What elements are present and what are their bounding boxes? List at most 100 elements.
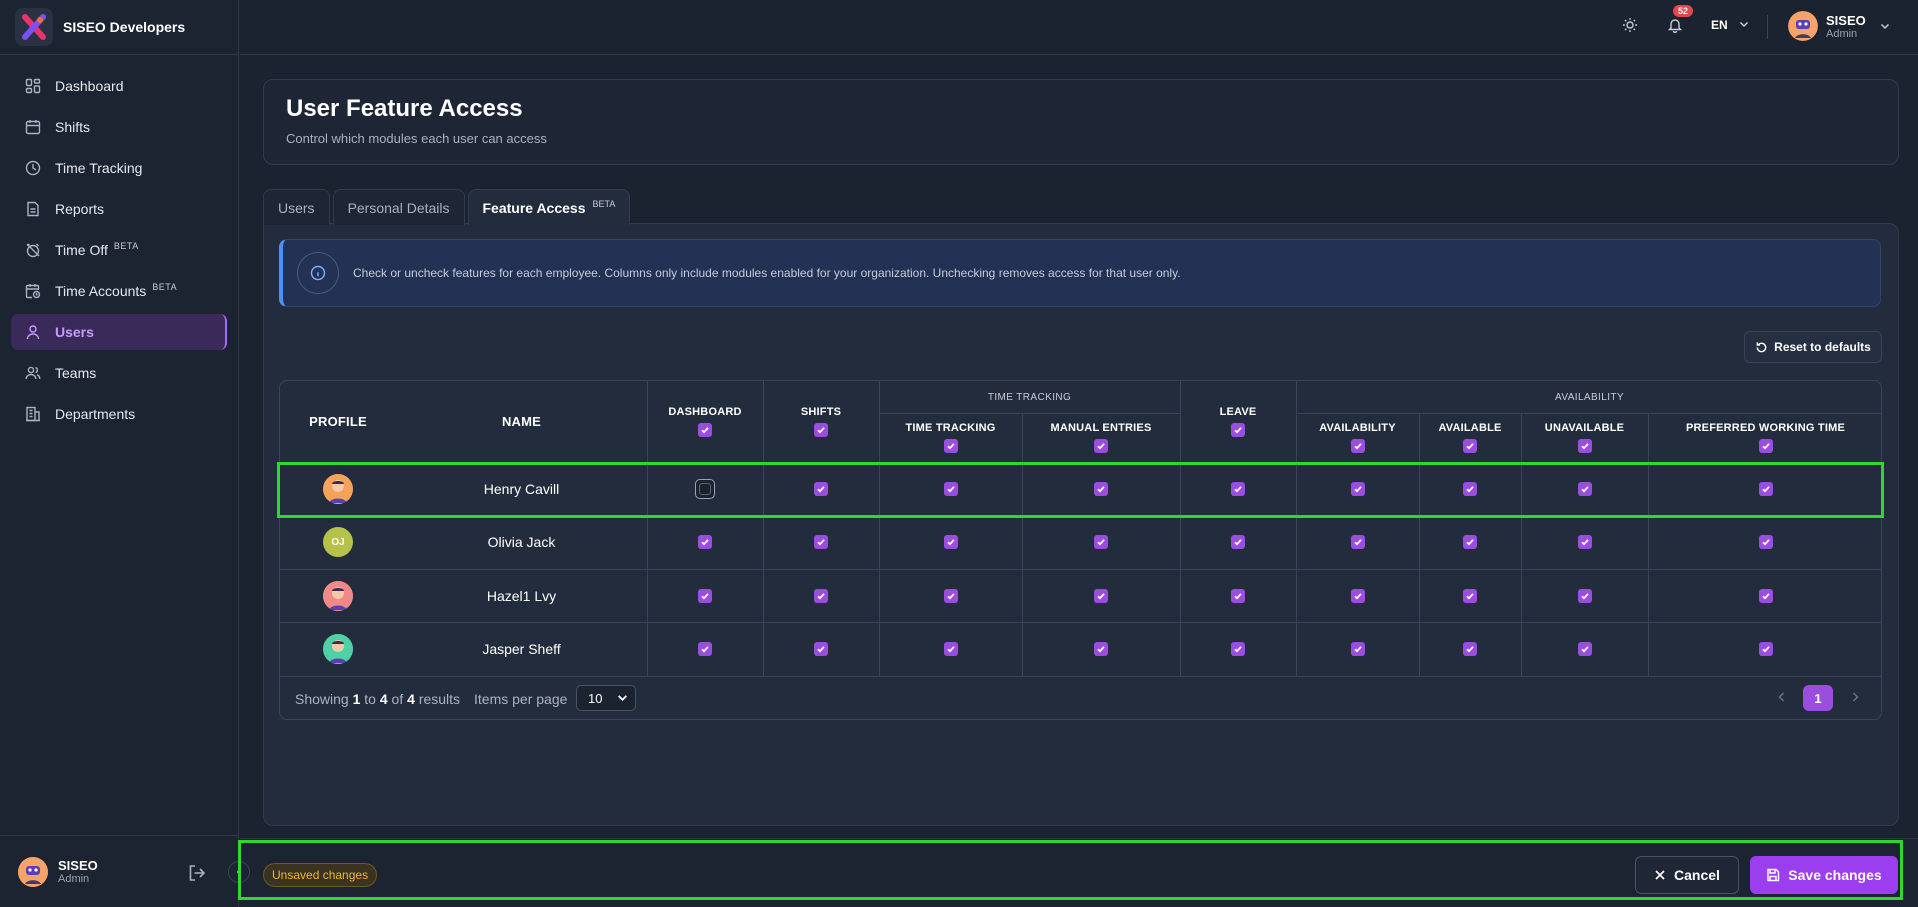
user-name-cell: Olivia Jack: [487, 534, 556, 550]
checkbox-manual-entries[interactable]: [1094, 535, 1108, 549]
sidebar-item-time-accounts[interactable]: Time Accounts BETA: [11, 273, 227, 309]
checkbox-preferred-working-time[interactable]: [1758, 535, 1773, 549]
checkbox-availability[interactable]: [1350, 642, 1365, 656]
checkbox-time-tracking[interactable]: [943, 588, 958, 603]
avatar-initials: OJ: [331, 536, 345, 548]
column-header-manual-entries: MANUAL ENTRIES: [1022, 413, 1180, 462]
save-icon: [1767, 868, 1780, 882]
checkbox-available[interactable]: [1463, 642, 1477, 656]
cancel-button[interactable]: Cancel: [1635, 856, 1739, 894]
checkbox-time-tracking[interactable]: [943, 535, 958, 549]
header-checkbox-available[interactable]: [1463, 439, 1477, 453]
checkbox-dashboard[interactable]: [698, 642, 712, 656]
checkbox-shifts[interactable]: [814, 588, 828, 603]
column-header-availability: AVAILABILITY: [1296, 413, 1419, 462]
checkbox-shifts[interactable]: [814, 535, 828, 549]
checkbox-unavailable[interactable]: [1577, 481, 1592, 496]
checkbox-dashboard[interactable]: [698, 588, 712, 603]
user-menu[interactable]: SISEO Admin: [1788, 11, 1890, 41]
feature-cell-leave: [1218, 622, 1258, 676]
checkbox-available[interactable]: [1463, 535, 1477, 549]
sidebar-item-reports[interactable]: Reports: [11, 191, 227, 227]
sidebar-item-users[interactable]: Users: [11, 314, 227, 350]
chevron-down-icon: [618, 695, 627, 701]
tab-label: Personal Details: [347, 199, 450, 216]
logout-icon[interactable]: [187, 863, 207, 888]
beta-badge: BETA: [592, 198, 616, 209]
clock-icon: [24, 159, 42, 177]
checkbox-shifts[interactable]: [814, 642, 828, 656]
checkbox-preferred-working-time[interactable]: [1758, 588, 1773, 603]
column-header-label: MANUAL ENTRIES: [1050, 422, 1152, 434]
table-row: Henry Cavill: [280, 462, 1881, 515]
column-header-profile: PROFILE: [309, 414, 367, 429]
checkbox-leave[interactable]: [1231, 588, 1245, 603]
feature-cell-available: [1450, 462, 1490, 515]
sidebar-item-departments[interactable]: Departments: [11, 396, 227, 432]
info-text: Check or uncheck features for each emplo…: [353, 266, 1181, 280]
tab-feature-access[interactable]: Feature Access BETA: [467, 189, 631, 225]
checkbox-availability[interactable]: [1350, 535, 1365, 549]
checkbox-preferred-working-time[interactable]: [1758, 481, 1773, 496]
column-header-label: DASHBOARD: [668, 406, 742, 418]
checkbox-unavailable[interactable]: [1577, 535, 1592, 549]
checkbox-time-tracking[interactable]: [943, 642, 958, 656]
header-checkbox-manual-entries[interactable]: [1094, 439, 1108, 453]
sidebar-item-teams[interactable]: Teams: [11, 355, 227, 391]
next-page-button[interactable]: [1850, 690, 1860, 706]
sidebar-item-dashboard[interactable]: Dashboard: [11, 68, 227, 104]
checkbox-dashboard[interactable]: [698, 535, 712, 549]
checkbox-unavailable[interactable]: [1577, 588, 1592, 603]
checkbox-dashboard[interactable]: [695, 478, 715, 499]
previous-page-button[interactable]: [1777, 690, 1787, 706]
feature-cell-available: [1450, 569, 1490, 622]
checkbox-leave[interactable]: [1231, 642, 1245, 656]
checkbox-manual-entries[interactable]: [1094, 588, 1108, 603]
header-checkbox-availability[interactable]: [1350, 439, 1365, 453]
checkbox-manual-entries[interactable]: [1094, 642, 1108, 656]
checkbox-available[interactable]: [1463, 588, 1477, 603]
checkbox-leave[interactable]: [1231, 481, 1245, 496]
checkbox-unavailable[interactable]: [1577, 642, 1592, 656]
header-checkbox-preferred-working-time[interactable]: [1758, 439, 1773, 453]
save-changes-button[interactable]: Save changes: [1750, 856, 1898, 894]
avatar: [1788, 11, 1818, 41]
checkbox-availability[interactable]: [1350, 481, 1365, 496]
unsaved-changes-badge: Unsaved changes: [263, 863, 378, 887]
theme-toggle-icon[interactable]: [1622, 17, 1638, 38]
header-checkbox-leave[interactable]: [1231, 423, 1245, 437]
sidebar-item-time-tracking[interactable]: Time Tracking: [11, 150, 227, 186]
items-per-page-select[interactable]: 10: [576, 685, 636, 711]
feature-cell-availability: [1338, 569, 1378, 622]
feature-cell-shifts: [801, 462, 841, 515]
chevron-right-icon: [1853, 692, 1859, 702]
results-of-word: of: [391, 691, 404, 707]
checkbox-availability[interactable]: [1350, 588, 1365, 603]
bell-icon[interactable]: [1667, 17, 1683, 38]
feature-cell-shifts: [801, 515, 841, 569]
reset-to-defaults-button[interactable]: Reset to defaults: [1744, 331, 1882, 363]
header-checkbox-shifts[interactable]: [814, 423, 828, 437]
checkbox-available[interactable]: [1463, 481, 1477, 496]
language-selector[interactable]: EN: [1711, 18, 1749, 32]
header-checkbox-time-tracking[interactable]: [943, 439, 958, 453]
header-checkbox-dashboard[interactable]: [698, 423, 712, 437]
sidebar-nav: Dashboard Shifts Time Tracking Reports T…: [0, 55, 238, 432]
tab-users[interactable]: Users: [263, 189, 330, 225]
feature-cell-unavailable: [1565, 515, 1605, 569]
checkbox-leave[interactable]: [1231, 535, 1245, 549]
page-1-button[interactable]: 1: [1803, 685, 1833, 711]
header-checkbox-unavailable[interactable]: [1577, 439, 1592, 453]
feature-cell-shifts: [801, 622, 841, 676]
checkbox-time-tracking[interactable]: [943, 481, 958, 496]
brand[interactable]: SISEO Developers: [0, 0, 238, 55]
avatar[interactable]: [18, 856, 48, 887]
sidebar-item-shifts[interactable]: Shifts: [11, 109, 227, 145]
column-group-time-tracking: TIME TRACKING: [987, 391, 1072, 403]
tab-personal-details[interactable]: Personal Details: [332, 189, 465, 225]
checkbox-shifts[interactable]: [814, 481, 828, 496]
checkbox-preferred-working-time[interactable]: [1758, 642, 1773, 656]
sidebar-item-time-off[interactable]: Time Off BETA: [11, 232, 227, 268]
collapse-sidebar-button[interactable]: [228, 861, 250, 883]
checkbox-manual-entries[interactable]: [1094, 481, 1108, 496]
